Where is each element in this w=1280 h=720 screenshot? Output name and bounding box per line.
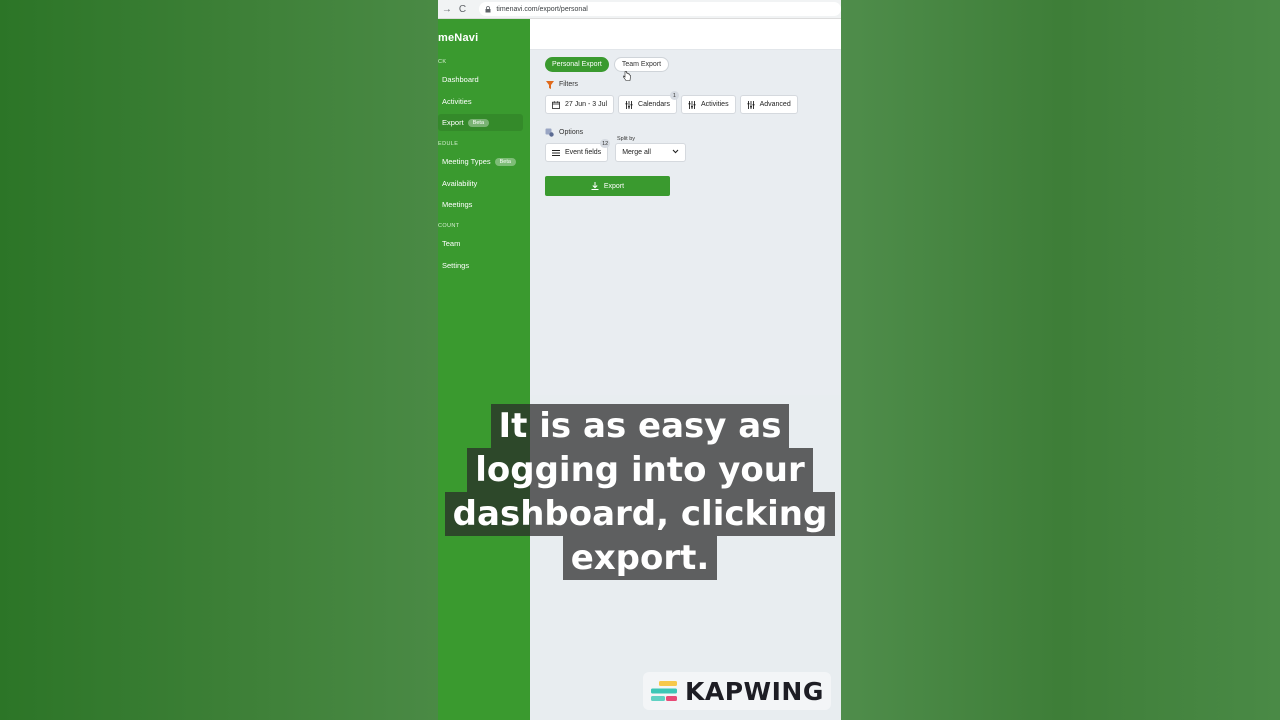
background-left [0, 0, 438, 720]
address-field[interactable]: timenavi.com/export/personal [479, 2, 841, 16]
date-range-filter[interactable]: 27 Jun - 3 Jul [545, 95, 615, 114]
tab-personal-export[interactable]: Personal Export [545, 57, 609, 72]
advanced-label: Advanced [759, 101, 791, 108]
sidebar-item-label: Export [442, 118, 464, 127]
sidebar-item-meetings[interactable]: Meetings [438, 196, 523, 213]
kapwing-logo-icon [651, 681, 677, 701]
activities-label: Activities [700, 101, 729, 108]
sidebar-item-label: Dashboard [442, 75, 479, 84]
filter-chips: 27 Jun - 3 Jul Calendars 1 Activities Ad… [545, 91, 798, 114]
sliders-icon [625, 100, 633, 109]
activities-filter[interactable]: Activities [680, 95, 736, 114]
sliders-icon [688, 100, 696, 109]
sidebar-item-settings[interactable]: Settings [438, 257, 523, 274]
sidebar-item-label: Meetings [442, 200, 473, 209]
options-icon [545, 128, 554, 137]
event-fields-label: Event fields [565, 149, 602, 156]
calendars-filter[interactable]: Calendars 1 [618, 91, 679, 114]
sidebar-item-label: Settings [442, 261, 470, 270]
top-header [530, 19, 841, 50]
sliders-icon [747, 100, 755, 109]
export-button[interactable]: Export [545, 176, 670, 196]
lock-icon [485, 5, 491, 12]
url-text: timenavi.com/export/personal [496, 5, 588, 13]
sidebar-item-label: Activities [442, 97, 472, 106]
advanced-filter[interactable]: Advanced [739, 95, 798, 114]
export-tabs: Personal Export Team Export [545, 57, 670, 72]
chevron-down-icon [672, 149, 679, 156]
funnel-icon [545, 80, 554, 89]
sidebar: meNavi CK Dashboard Activities Export Be… [438, 19, 530, 720]
app-logo: meNavi [438, 32, 479, 44]
split-by-label: Split by [617, 136, 636, 142]
split-by-value: Merge all [622, 149, 651, 156]
reload-icon[interactable]: C [456, 2, 470, 16]
sidebar-item-export[interactable]: Export Beta [438, 114, 523, 131]
browser-url-bar: → C timenavi.com/export/personal [438, 0, 841, 19]
date-range-label: 27 Jun - 3 Jul [565, 101, 608, 108]
export-button-label: Export [603, 182, 625, 190]
sidebar-item-availability[interactable]: Availability [438, 175, 523, 192]
sidebar-item-label: Meeting Types [442, 157, 491, 166]
calendars-label: Calendars [638, 101, 670, 108]
section-label-account: COUNT [438, 223, 460, 229]
beta-badge: Beta [467, 118, 490, 127]
options-label: Options [559, 129, 584, 136]
sidebar-item-label: Team [442, 239, 461, 248]
list-icon [552, 149, 560, 157]
kapwing-wordmark: KAPWING [685, 676, 824, 706]
download-icon [591, 182, 599, 190]
split-by-select[interactable]: Merge all [615, 143, 687, 162]
filters-label: Filters [559, 81, 579, 88]
beta-badge: Beta [494, 157, 516, 166]
calendar-icon [552, 100, 560, 109]
options-heading: Options [545, 128, 583, 137]
background-right [841, 0, 1280, 720]
sidebar-item-label: Availability [442, 179, 478, 188]
forward-icon[interactable]: → [440, 2, 454, 16]
sidebar-item-activities[interactable]: Activities [438, 93, 523, 110]
event-fields-count-badge: 12 [600, 139, 611, 148]
section-label-track: CK [438, 59, 447, 65]
event-fields-button[interactable]: Event fields 12 [545, 139, 611, 162]
filters-heading: Filters [545, 80, 578, 89]
sidebar-item-team[interactable]: Team [438, 235, 523, 252]
options-controls: Event fields 12 Merge all [545, 139, 687, 162]
section-label-schedule: EDULE [438, 141, 459, 147]
sidebar-item-meeting-types[interactable]: Meeting Types Beta [438, 153, 523, 170]
screen-recording: → C timenavi.com/export/personal meNavi … [438, 0, 841, 720]
kapwing-watermark: KAPWING [643, 672, 831, 710]
calendars-count-badge: 1 [669, 91, 679, 100]
sidebar-item-dashboard[interactable]: Dashboard [438, 71, 523, 88]
hand-cursor-icon [623, 68, 631, 81]
